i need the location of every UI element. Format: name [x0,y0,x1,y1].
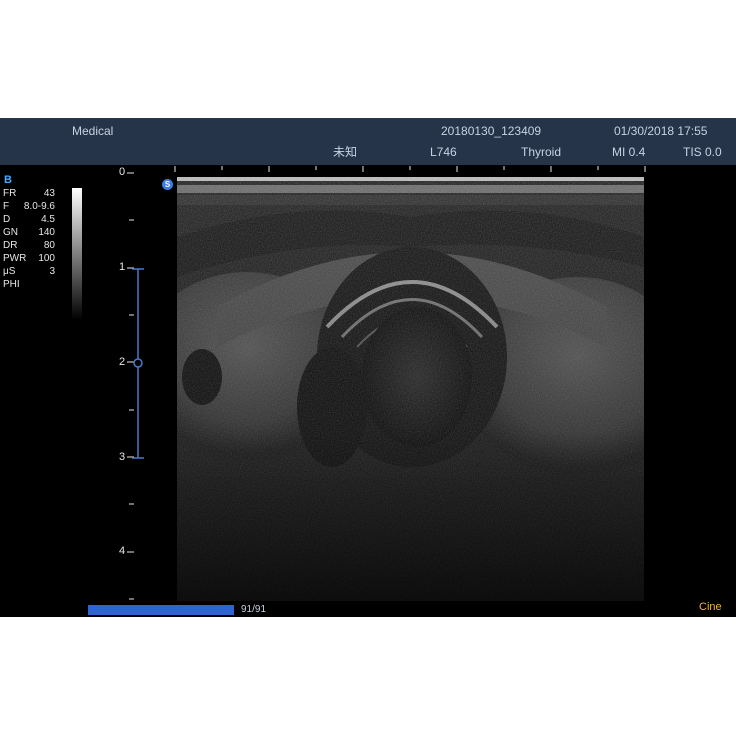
cine-frame-counter: 91/91 [241,604,267,615]
bmode-image [177,177,644,601]
ultrasound-screen: Medical 20180130_123409 01/30/2018 17:55… [0,118,736,617]
cine-label: Cine [699,601,722,613]
cine-progress-bar[interactable] [88,605,234,615]
orientation-marker-icon: S [162,179,173,190]
ultrasound-image [177,177,644,601]
focus-marker[interactable] [0,118,160,617]
